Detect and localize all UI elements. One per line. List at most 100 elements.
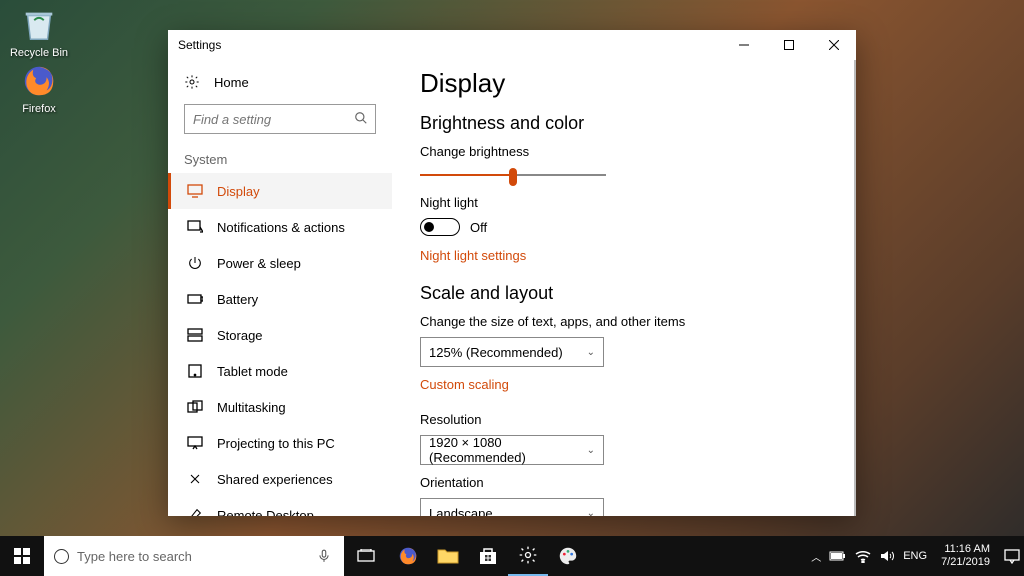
nav-label: Tablet mode — [217, 364, 288, 379]
chevron-down-icon: ⌄ — [587, 347, 595, 358]
wifi-icon[interactable] — [855, 549, 871, 563]
windows-icon — [14, 548, 30, 564]
resolution-select[interactable]: 1920 × 1080 (Recommended) ⌄ — [420, 435, 604, 465]
custom-scaling-link[interactable]: Custom scaling — [420, 377, 509, 392]
gear-icon — [184, 74, 200, 90]
projecting-icon — [187, 435, 203, 451]
orientation-select[interactable]: Landscape ⌄ — [420, 498, 604, 516]
brightness-label: Change brightness — [420, 144, 826, 159]
display-icon — [187, 183, 203, 199]
clock-date: 7/21/2019 — [941, 556, 990, 569]
orientation-value: Landscape — [429, 506, 493, 517]
language-indicator[interactable]: ENG — [903, 550, 927, 562]
clock-time: 11:16 AM — [941, 543, 990, 556]
nav-item-storage[interactable]: Storage — [168, 317, 392, 353]
tray-chevron-icon[interactable]: ︿ — [811, 549, 821, 564]
close-button[interactable] — [811, 30, 856, 60]
shared-icon — [187, 471, 203, 487]
taskbar: Type here to search ︿ ENG 11:16 AM 7/21/… — [0, 536, 1024, 576]
taskbar-search[interactable]: Type here to search — [44, 536, 304, 576]
nav-item-battery[interactable]: Battery — [168, 281, 392, 317]
page-title: Display — [420, 68, 826, 99]
power-icon — [187, 255, 203, 271]
desktop-icon-recycle-bin[interactable]: Recycle Bin — [5, 6, 73, 59]
section-brightness: Brightness and color — [420, 113, 826, 134]
cortana-icon — [54, 549, 69, 564]
start-button[interactable] — [0, 536, 44, 576]
home-button[interactable]: Home — [168, 66, 392, 98]
desktop-icon-label: Firefox — [5, 103, 73, 115]
storage-icon — [187, 327, 203, 343]
orientation-label: Orientation — [420, 475, 826, 490]
nav-item-notifications[interactable]: Notifications & actions — [168, 209, 392, 245]
search-input[interactable] — [184, 104, 376, 134]
desktop-icon-label: Recycle Bin — [5, 47, 73, 59]
home-label: Home — [214, 75, 249, 90]
brightness-slider[interactable] — [420, 167, 606, 183]
taskbar-app-paint[interactable] — [548, 536, 588, 576]
nav-item-projecting[interactable]: Projecting to this PC — [168, 425, 392, 461]
volume-icon[interactable] — [879, 549, 895, 563]
titlebar[interactable]: Settings — [168, 30, 856, 60]
nav-label: Storage — [217, 328, 263, 343]
mic-button[interactable] — [304, 536, 344, 576]
tablet-icon — [187, 363, 203, 379]
multitasking-icon — [187, 399, 203, 415]
recycle-bin-icon — [20, 6, 58, 44]
firefox-icon — [20, 62, 58, 100]
store-icon — [478, 546, 498, 566]
nav-label: Shared experiences — [217, 472, 333, 487]
gear-icon — [518, 545, 538, 565]
nav-item-power[interactable]: Power & sleep — [168, 245, 392, 281]
sidebar: Home System Display Notifications & acti… — [168, 60, 392, 516]
desktop-icon-firefox[interactable]: Firefox — [5, 62, 73, 115]
nav-item-tablet[interactable]: Tablet mode — [168, 353, 392, 389]
nav-item-remote[interactable]: Remote Desktop — [168, 497, 392, 516]
chevron-down-icon: ⌄ — [587, 445, 595, 456]
battery-icon — [187, 291, 203, 307]
notifications-icon — [187, 219, 203, 235]
settings-window: Settings Home System Display Notificatio… — [168, 30, 856, 516]
remote-icon — [187, 507, 203, 516]
taskbar-app-store[interactable] — [468, 536, 508, 576]
nav-label: Battery — [217, 292, 258, 307]
scale-value: 125% (Recommended) — [429, 345, 563, 360]
nav-item-shared[interactable]: Shared experiences — [168, 461, 392, 497]
action-center-icon[interactable] — [1004, 548, 1020, 564]
nav-label: Multitasking — [217, 400, 286, 415]
nav-label: Display — [217, 184, 260, 199]
sidebar-category: System — [168, 144, 392, 173]
system-tray: ︿ ENG 11:16 AM 7/21/2019 — [811, 543, 1024, 569]
scale-select[interactable]: 125% (Recommended) ⌄ — [420, 337, 604, 367]
night-light-settings-link[interactable]: Night light settings — [420, 248, 526, 263]
task-view-icon — [357, 549, 375, 563]
slider-thumb[interactable] — [509, 168, 517, 186]
nav-item-display[interactable]: Display — [168, 173, 392, 209]
section-scale: Scale and layout — [420, 283, 826, 304]
mic-icon — [317, 547, 331, 565]
taskbar-app-settings[interactable] — [508, 536, 548, 576]
nav-label: Notifications & actions — [217, 220, 345, 235]
night-light-toggle[interactable] — [420, 218, 460, 236]
nav-item-multitasking[interactable]: Multitasking — [168, 389, 392, 425]
resolution-value: 1920 × 1080 (Recommended) — [429, 435, 587, 465]
firefox-icon — [397, 545, 419, 567]
taskbar-app-firefox[interactable] — [388, 536, 428, 576]
task-view-button[interactable] — [344, 536, 388, 576]
toggle-state: Off — [470, 220, 487, 235]
chevron-down-icon: ⌄ — [587, 508, 595, 517]
minimize-button[interactable] — [721, 30, 766, 60]
settings-search[interactable] — [184, 104, 376, 134]
nav-label: Power & sleep — [217, 256, 301, 271]
nav-label: Remote Desktop — [217, 508, 314, 517]
taskbar-clock[interactable]: 11:16 AM 7/21/2019 — [935, 543, 996, 569]
night-light-label: Night light — [420, 195, 826, 210]
search-icon — [354, 111, 368, 125]
taskbar-app-explorer[interactable] — [428, 536, 468, 576]
scale-label: Change the size of text, apps, and other… — [420, 314, 826, 329]
window-title: Settings — [178, 38, 221, 52]
content-panel[interactable]: Display Brightness and color Change brig… — [392, 60, 856, 516]
battery-icon[interactable] — [829, 550, 847, 562]
resolution-label: Resolution — [420, 412, 826, 427]
maximize-button[interactable] — [766, 30, 811, 60]
